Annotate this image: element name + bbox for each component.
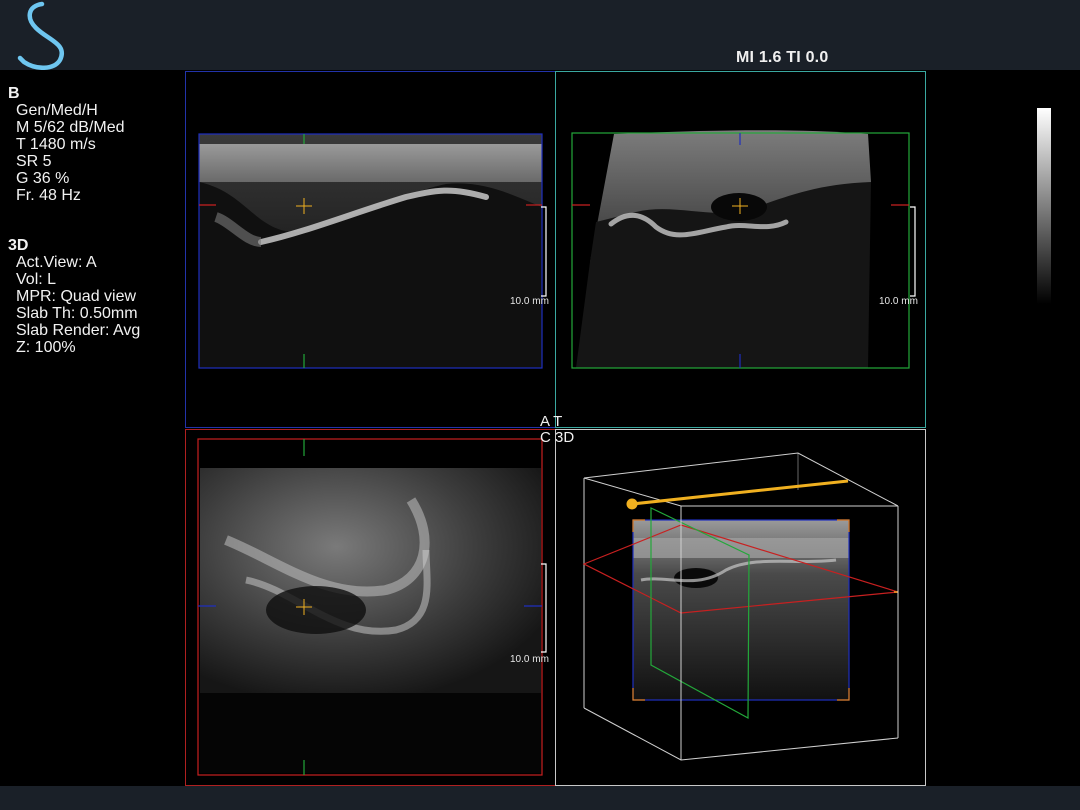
view-b-quadrant[interactable]: 10.0 mm	[555, 71, 926, 428]
view-a-image[interactable]	[186, 72, 555, 427]
b-mode-info: B Gen/Med/H M 5/62 dB/Med T 1480 m/s SR …	[8, 85, 125, 204]
b-mode-line: SR 5	[16, 153, 52, 170]
view-b-image[interactable]	[556, 72, 925, 427]
view-3d-quadrant[interactable]	[555, 429, 926, 786]
b-mode-line: T 1480 m/s	[16, 136, 96, 153]
grayscale-bar	[1037, 108, 1051, 304]
view-b-scale-label: 10.0 mm	[879, 296, 918, 307]
three-d-line: Slab Th: 0.50mm	[16, 305, 138, 322]
view-c-scale-label: 10.0 mm	[510, 654, 549, 665]
top-bar: MI 1.6 TI 0.0	[0, 0, 1080, 70]
view-c-quadrant[interactable]: 10.0 mm	[185, 429, 556, 786]
view-a-scale-label: 10.0 mm	[510, 296, 549, 307]
three-d-line: Act.View: A	[16, 254, 97, 271]
three-d-line: Z: 100%	[16, 339, 76, 356]
three-d-line: Vol: L	[16, 271, 57, 288]
bottom-bar	[0, 786, 1080, 810]
view-label-at: A T	[540, 413, 563, 430]
view-label-c3d: C 3D	[540, 429, 575, 446]
b-mode-title: B	[8, 85, 20, 102]
three-d-line: MPR: Quad view	[16, 288, 137, 305]
rotation-handle-icon[interactable]	[626, 498, 638, 510]
b-mode-line: M 5/62 dB/Med	[16, 119, 125, 136]
b-mode-line: Gen/Med/H	[16, 102, 98, 119]
s-logo-icon	[17, 1, 64, 70]
b-mode-line: G 36 %	[16, 170, 70, 187]
three-d-info: 3D Act.View: A Vol: L MPR: Quad view Sla…	[8, 237, 140, 356]
three-d-line: Slab Render: Avg	[16, 322, 141, 339]
b-mode-line: Fr. 48 Hz	[16, 187, 81, 204]
three-d-title: 3D	[8, 237, 29, 254]
view-3d-render[interactable]	[556, 430, 925, 785]
view-c-image[interactable]	[186, 430, 555, 785]
view-a-quadrant[interactable]: 10.0 mm	[185, 71, 556, 428]
mi-ti-readout: MI 1.6 TI 0.0	[736, 49, 829, 66]
